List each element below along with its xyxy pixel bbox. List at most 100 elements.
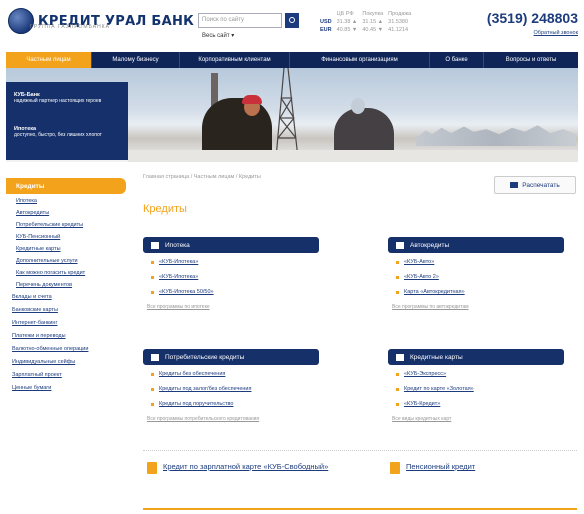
search-scope-select[interactable]: Весь сайт ▾ xyxy=(202,32,234,39)
nav-item-small-business[interactable]: Малому бизнесу xyxy=(92,52,180,68)
rates-header xyxy=(320,10,337,18)
print-button[interactable]: Распечатать xyxy=(494,176,576,194)
sidebar: Кредиты Ипотека Автокредиты Потребительс… xyxy=(6,178,126,398)
promo-salary-card[interactable]: Кредит по зарплатной карте «КУБ-Свободны… xyxy=(147,462,347,474)
sidebar-subitem[interactable]: Перечень документов xyxy=(16,282,106,289)
sidebar-item[interactable]: Банковские карты xyxy=(12,307,112,314)
header: КРЕДИТ УРАЛ БАНК ГРУППА ГАЗПРОМБАНКА Пои… xyxy=(0,0,584,50)
oil-tower-image xyxy=(275,68,299,158)
section-link[interactable]: «КУБ-Ипотека 50/50» xyxy=(151,289,319,296)
sidebar-subitem[interactable]: Дополнительные услуги xyxy=(16,258,106,265)
section-link[interactable]: Кредит по карте «Золотая» xyxy=(396,386,564,393)
section-link[interactable]: «КУБ-Экспресс» xyxy=(396,371,564,378)
rates-header: Покупка xyxy=(362,11,384,17)
rate-value: 31.15 ▲ xyxy=(362,19,384,25)
section-links: «КУБ-Экспресс» Кредит по карте «Золотая»… xyxy=(388,365,564,408)
sidebar-item[interactable]: Платежи и переводы xyxy=(12,333,112,340)
rate-value: 40.45 ▼ xyxy=(362,27,384,33)
rate-value: 31.38 ▲ xyxy=(336,19,358,25)
rates-header: ЦБ РФ xyxy=(336,11,354,17)
sidebar-subitem[interactable]: Потребительские кредиты xyxy=(16,222,106,229)
section-link[interactable]: Карта «Автокредитная» xyxy=(396,289,564,296)
document-icon xyxy=(390,462,400,474)
promo-pension[interactable]: Пенсионный кредит xyxy=(390,462,570,474)
search-icon[interactable] xyxy=(285,13,299,28)
nav-item-corporate[interactable]: Корпоративным клиентам xyxy=(180,52,290,68)
nav-item-private[interactable]: Частным лицам xyxy=(6,52,92,68)
section-links: Кредиты без обеспечения Кредиты под зало… xyxy=(143,365,319,408)
search-input[interactable]: Поиск по сайту xyxy=(198,13,282,28)
section-link[interactable]: Кредиты под поручительство xyxy=(151,401,319,408)
promo-link[interactable]: Пенсионный кредит xyxy=(406,462,475,471)
rate-value: 40.85 ▼ xyxy=(336,27,358,33)
bottom-accent-bar xyxy=(143,508,577,510)
banner-promo-text: доступно, быстро, без лишних хлопот xyxy=(14,132,102,138)
rates-header: Продажа xyxy=(388,11,412,17)
section-title: Потребительские кредиты xyxy=(165,353,245,361)
currency-code: USD xyxy=(320,19,332,25)
sidebar-header[interactable]: Кредиты xyxy=(6,178,126,194)
section-mortgage: Ипотека «КУБ-Ипотека» «КУБ-Ипотека» «КУБ… xyxy=(143,237,319,310)
nav-item-faq[interactable]: Вопросы и ответы xyxy=(484,52,578,68)
section-title: Автокредиты xyxy=(410,241,450,249)
banner-promo-item[interactable]: Ипотека доступно, быстро, без лишних хло… xyxy=(14,126,119,138)
sidebar-item[interactable]: Индивидуальные сейфы xyxy=(12,359,112,366)
hero-banner[interactable]: КУБ-Банк надежный партнер настоящих геро… xyxy=(6,68,578,162)
section-header[interactable]: Кредитные карты xyxy=(388,349,564,365)
banner-promo-panel[interactable]: КУБ-Банк надежный партнер настоящих геро… xyxy=(6,82,128,160)
sidebar-subitem[interactable]: КУБ-Пенсионный xyxy=(16,234,106,241)
section-all-link[interactable]: Все программы потребительского кредитова… xyxy=(143,416,319,422)
page-title: Кредиты xyxy=(143,203,187,215)
sidebar-item[interactable]: Ценные бумаги xyxy=(12,385,112,392)
section-all-link[interactable]: Все виды кредитных карт xyxy=(388,416,564,422)
house-icon xyxy=(151,241,159,249)
sidebar-item[interactable]: Интернет-банкинг xyxy=(12,320,112,327)
sidebar-item[interactable]: Зарплатный проект xyxy=(12,372,112,379)
section-credit-cards: Кредитные карты «КУБ-Экспресс» Кредит по… xyxy=(388,349,564,422)
section-all-link[interactable]: Все программы по ипотеке xyxy=(143,304,319,310)
section-link[interactable]: «КУБ-Ипотека» xyxy=(151,274,319,281)
rate-value: 31.5380 xyxy=(388,19,409,25)
section-link[interactable]: Кредиты под залог/без обеспечения xyxy=(151,386,319,393)
section-link[interactable]: «КУБ-Авто» xyxy=(396,259,564,266)
logo[interactable]: КРЕДИТ УРАЛ БАНК xyxy=(8,8,194,34)
section-link[interactable]: «КУБ-Ипотека» xyxy=(151,259,319,266)
section-consumer: Потребительские кредиты Кредиты без обес… xyxy=(143,349,319,422)
phone-number: (3519) 248803 xyxy=(486,10,578,26)
section-link[interactable]: «КУБ-Кредит» xyxy=(396,401,564,408)
card-icon xyxy=(396,353,404,361)
city-skyline xyxy=(416,125,576,146)
main-nav: Частным лицам Малому бизнесу Корпоративн… xyxy=(6,52,578,68)
car-icon xyxy=(396,241,404,249)
sidebar-item[interactable]: Валютно-обменные операции xyxy=(12,346,112,353)
nav-item-financial[interactable]: Финансовым организациям xyxy=(290,52,430,68)
sidebar-main-menu: Вклады и счета Банковские карты Интернет… xyxy=(6,294,126,392)
section-header[interactable]: Ипотека xyxy=(143,237,319,253)
banner-promo-item[interactable]: КУБ-Банк надежный партнер настоящих геро… xyxy=(14,92,119,104)
sidebar-item[interactable]: Вклады и счета xyxy=(12,294,112,301)
hard-hat xyxy=(242,95,262,104)
breadcrumb[interactable]: Главная страница / Частным лицам / Креди… xyxy=(143,174,261,180)
section-link[interactable]: «КУБ-Авто 2» xyxy=(396,274,564,281)
worker-face xyxy=(351,98,365,114)
section-header[interactable]: Автокредиты xyxy=(388,237,564,253)
nav-item-about[interactable]: О банке xyxy=(430,52,484,68)
section-all-link[interactable]: Все программы по автокредитам xyxy=(388,304,564,310)
logo-subtitle: ГРУППА ГАЗПРОМБАНКА xyxy=(30,24,110,30)
card-icon xyxy=(147,462,157,474)
section-title: Кредитные карты xyxy=(410,353,463,361)
currency-code: EUR xyxy=(320,27,332,33)
print-label: Распечатать xyxy=(522,181,560,189)
section-auto: Автокредиты «КУБ-Авто» «КУБ-Авто 2» Карт… xyxy=(388,237,564,310)
section-header[interactable]: Потребительские кредиты xyxy=(143,349,319,365)
sidebar-subitem[interactable]: Как можно погасить кредит xyxy=(16,270,106,277)
sidebar-subitem[interactable]: Кредитные карты xyxy=(16,246,106,253)
sidebar-submenu: Ипотека Автокредиты Потребительские кред… xyxy=(6,194,126,289)
section-link[interactable]: Кредиты без обеспечения xyxy=(151,371,319,378)
rate-value: 41.1214 xyxy=(388,27,409,33)
section-links: «КУБ-Авто» «КУБ-Авто 2» Карта «Автокреди… xyxy=(388,253,564,296)
sidebar-subitem[interactable]: Автокредиты xyxy=(16,210,106,217)
sidebar-subitem[interactable]: Ипотека xyxy=(16,198,106,205)
callback-link[interactable]: Обратный звонок xyxy=(534,30,578,36)
promo-link[interactable]: Кредит по зарплатной карте «КУБ-Свободны… xyxy=(163,462,328,471)
